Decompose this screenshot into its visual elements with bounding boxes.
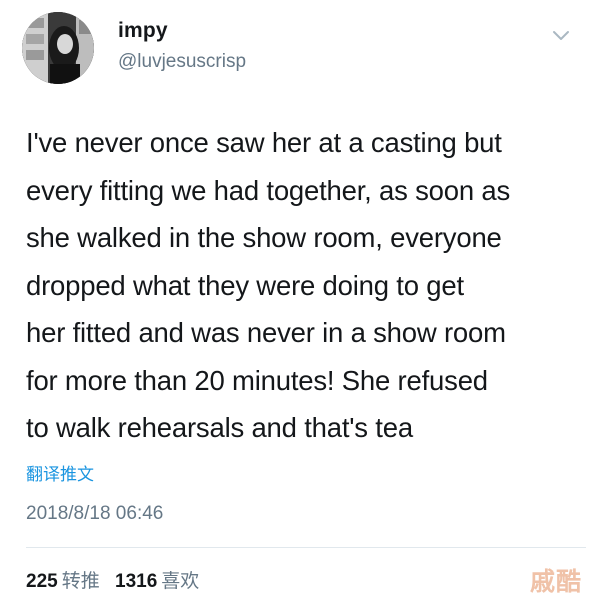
tweet-text-line: she walked in the show room, everyone [26,222,502,253]
tweet-card: impy @luvjesuscrisp I've never once saw … [0,0,594,600]
chevron-down-icon[interactable] [552,30,570,42]
watermark: 戚酷 [530,568,583,596]
tweet-text-line: for more than 20 minutes! She refused [26,364,488,396]
tweet-text-line: every fitting we had together, as soon a… [26,174,511,206]
tweet-timestamp[interactable]: 2018/8/18 06:46 [26,503,163,525]
tweet-text-line: to walk rehearsals and that's tea [26,412,413,443]
display-name[interactable]: impy [118,19,168,43]
username[interactable]: @luvjesuscrisp [118,51,246,73]
retweets-label: 转推 [61,571,100,592]
tweet-text-line: dropped what they were doing to get [26,269,464,301]
likes-count: 1316 [115,571,158,592]
likes-stat[interactable]: 1316 喜欢 [115,571,209,592]
tweet-text: I've never once saw her at a casting but… [26,119,576,452]
retweets-stat[interactable]: 225 转推 [26,571,115,592]
translate-tweet-link[interactable]: 翻译推文 [26,460,94,485]
tweet-stats: 225 转推 1316 喜欢 [26,566,209,593]
avatar[interactable] [22,12,94,84]
likes-label: 喜欢 [161,571,200,592]
tweet-text-line: I've never once saw her at a casting but [26,127,502,158]
divider [26,547,586,548]
tweet-text-line: her fitted and was never in a show room [26,317,506,348]
retweets-count: 225 [26,571,58,592]
